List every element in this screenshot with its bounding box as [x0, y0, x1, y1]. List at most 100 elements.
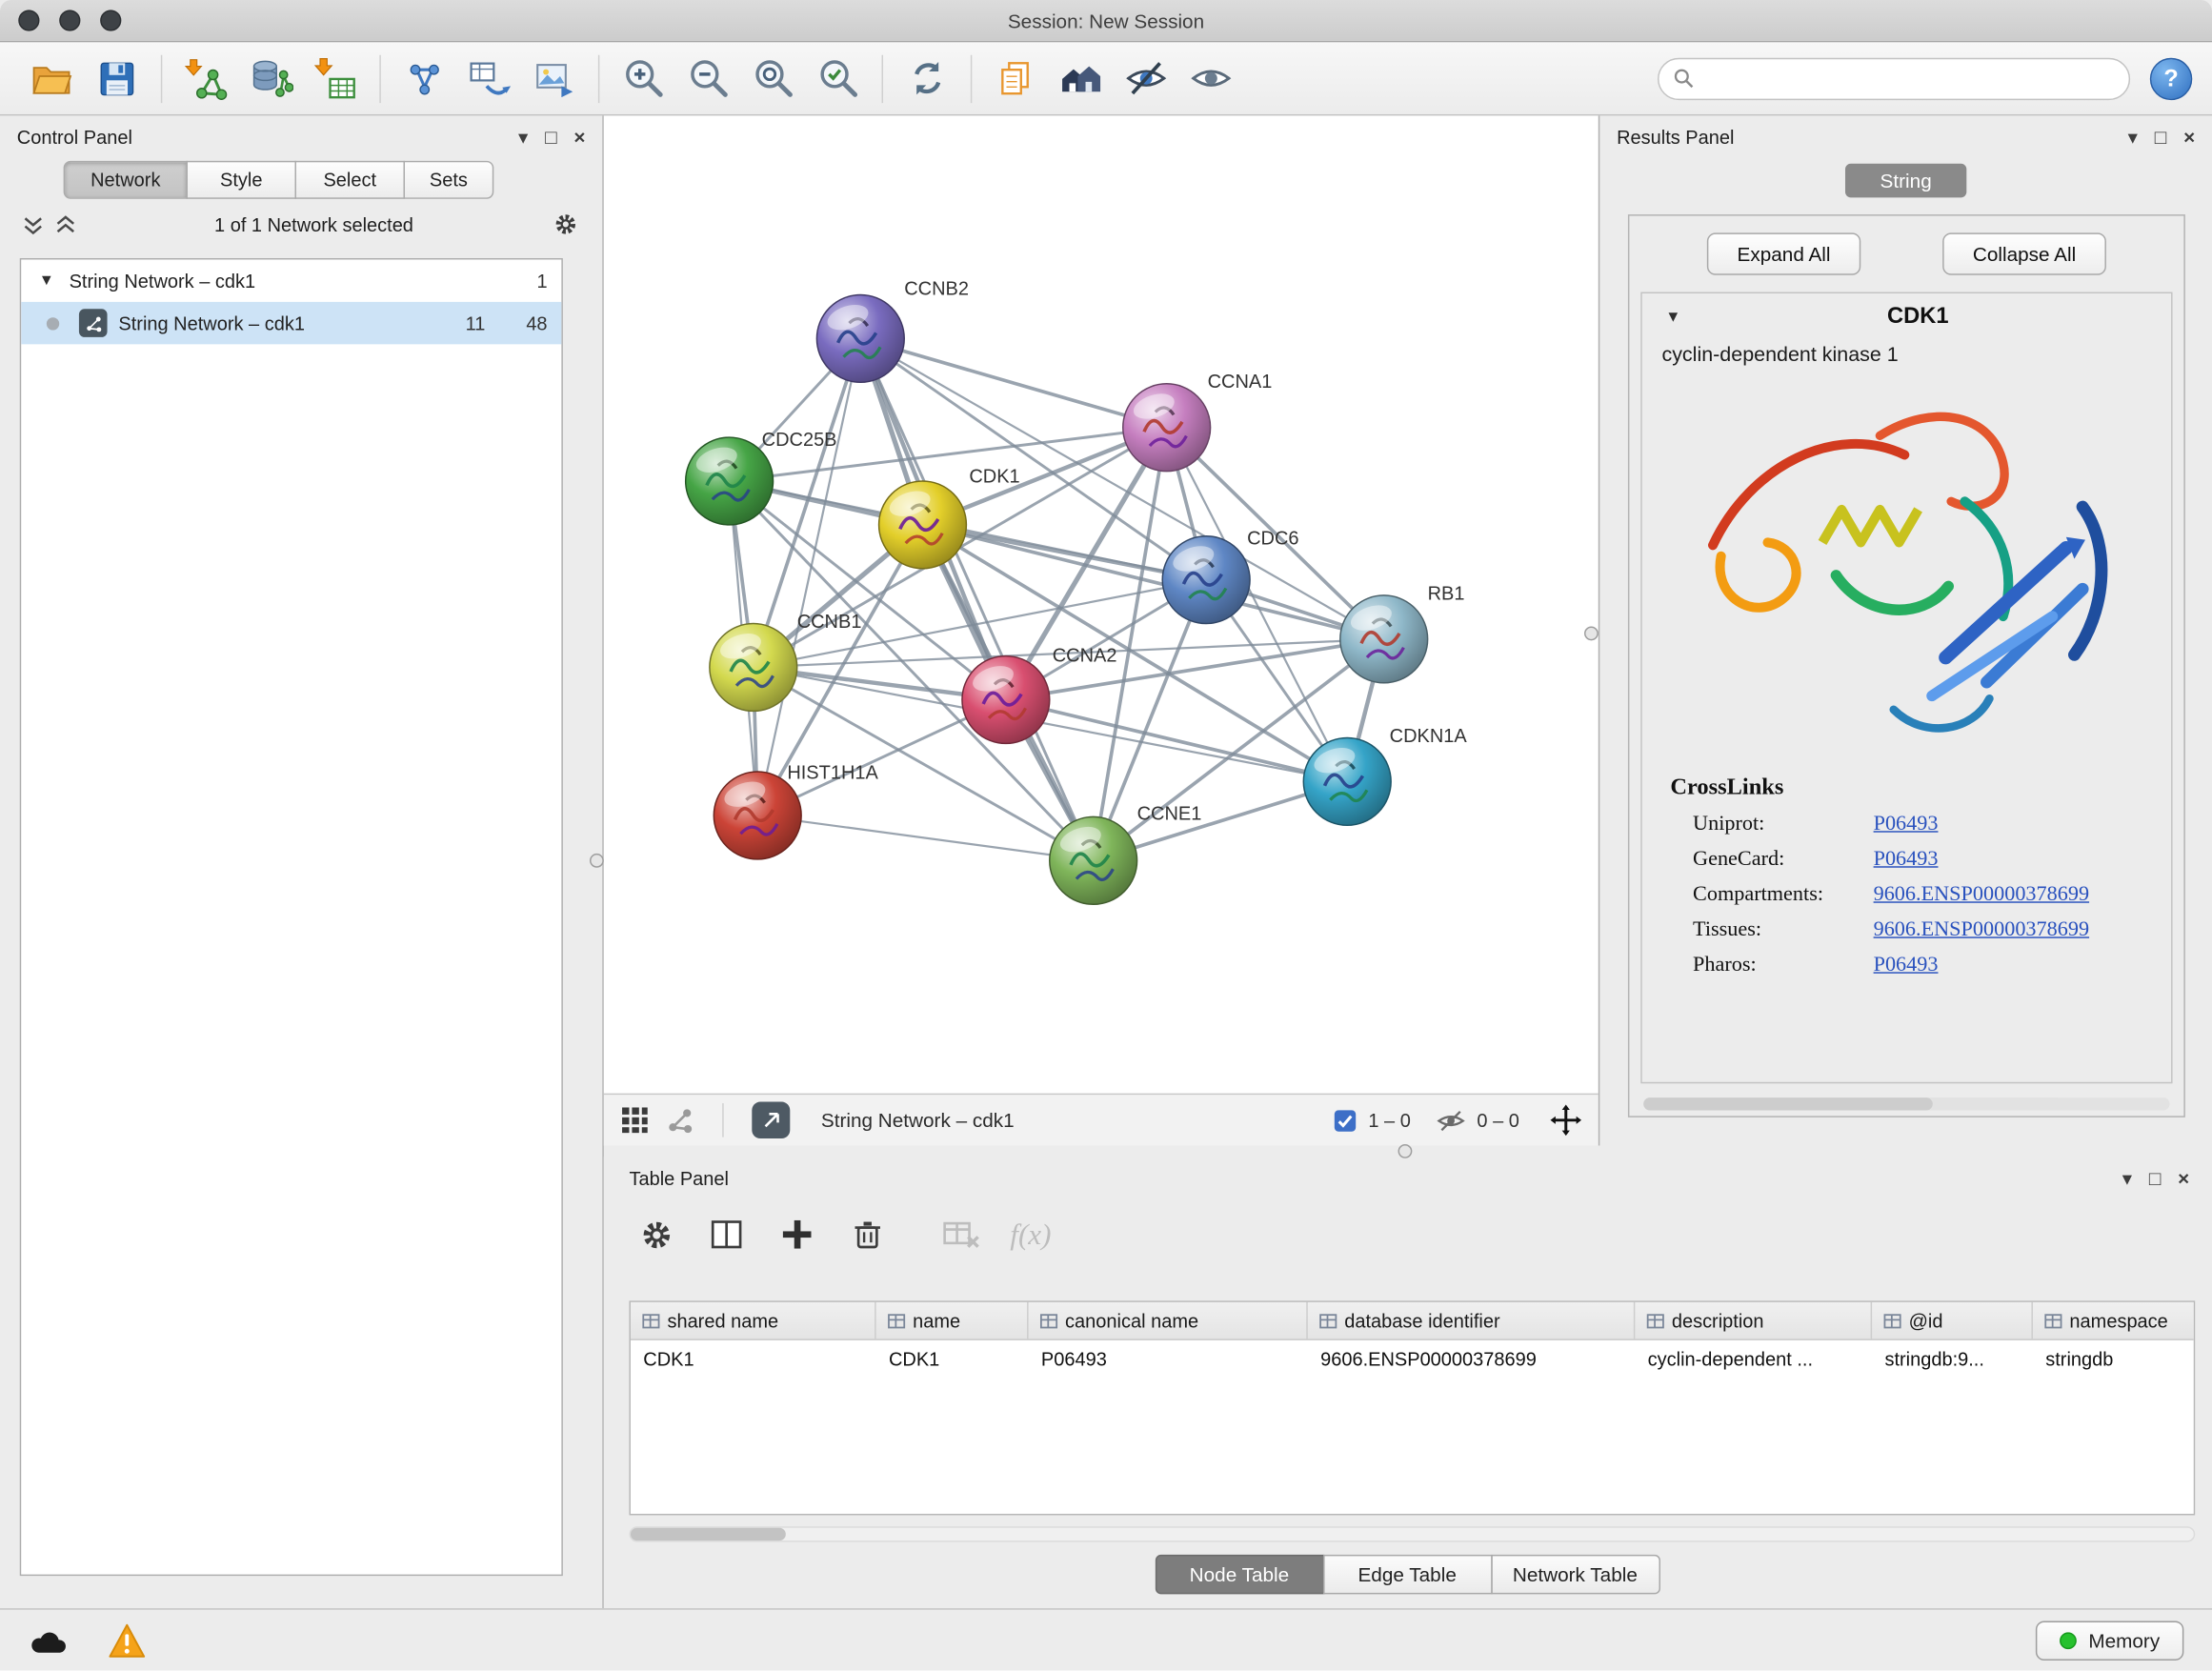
column-header-shared-name[interactable]: shared name [631, 1302, 876, 1339]
search-input[interactable] [1702, 68, 2114, 89]
network-node-HIST1H1A[interactable] [714, 772, 801, 859]
birdseye-view-button[interactable] [752, 1102, 790, 1139]
collection-row[interactable]: ▼ String Network – cdk1 1 [21, 259, 561, 301]
memory-button[interactable]: Memory [2037, 1621, 2184, 1660]
table-cell[interactable]: CDK1 [876, 1348, 1029, 1369]
gear-icon[interactable] [552, 211, 580, 239]
network-node-CCNA2[interactable] [962, 656, 1050, 744]
network-edge[interactable] [757, 338, 860, 815]
crosslink-link-tissues[interactable]: 9606.ENSP00000378699 [1874, 918, 2089, 942]
splitter-handle[interactable] [1584, 627, 1599, 641]
column-header-canonical-name[interactable]: canonical name [1029, 1302, 1308, 1339]
crosslink-link-uniprot[interactable]: P06493 [1874, 813, 1939, 836]
panel-close-icon[interactable]: × [573, 127, 585, 147]
panel-float-icon[interactable]: □ [2155, 127, 2167, 147]
selected-checkbox-icon[interactable] [1333, 1108, 1357, 1132]
panel-collapse-icon[interactable]: ▾ [2122, 1168, 2132, 1188]
table-cell[interactable]: P06493 [1029, 1348, 1308, 1369]
expand-all-icon[interactable] [55, 213, 76, 234]
panel-collapse-icon[interactable]: ▾ [2128, 127, 2138, 147]
tab-network[interactable]: Network [64, 161, 188, 199]
network-from-table-button[interactable] [457, 48, 522, 110]
network-node-CDC6[interactable] [1162, 536, 1250, 624]
copy-document-button[interactable] [983, 48, 1048, 110]
crosslink-link-compartments[interactable]: 9606.ENSP00000378699 [1874, 883, 2089, 907]
network-row[interactable]: String Network – cdk1 11 48 [21, 302, 561, 344]
new-network-button[interactable] [392, 48, 457, 110]
tab-sets[interactable]: Sets [404, 161, 494, 199]
function-builder-button[interactable]: f(x) [1010, 1217, 1051, 1252]
tab-select[interactable]: Select [295, 161, 406, 199]
title-bar[interactable]: Session: New Session [0, 0, 2212, 42]
column-header-name[interactable]: name [876, 1302, 1029, 1339]
collapse-all-icon[interactable] [23, 213, 44, 234]
network-node-CCNE1[interactable] [1050, 816, 1137, 904]
network-node-CDC25B[interactable] [686, 437, 774, 525]
crosslink-link-pharos[interactable]: P06493 [1874, 954, 1939, 977]
table-cell[interactable]: 9606.ENSP00000378699 [1308, 1348, 1636, 1369]
delete-column-button[interactable] [847, 1214, 889, 1256]
expand-all-button[interactable]: Expand All [1707, 232, 1860, 274]
panel-close-icon[interactable]: × [2178, 1168, 2189, 1188]
hide-selected-button[interactable] [1113, 48, 1177, 110]
splitter-handle[interactable] [590, 854, 604, 868]
minimize-window-button[interactable] [59, 10, 80, 30]
section-collapse-icon[interactable]: ▼ [1661, 309, 1684, 326]
panel-close-icon[interactable]: × [2183, 127, 2195, 147]
panel-collapse-icon[interactable]: ▾ [518, 127, 528, 147]
table-cell[interactable]: CDK1 [631, 1348, 876, 1369]
homes-button[interactable] [1048, 48, 1113, 110]
table-cell[interactable]: stringdb:9... [1872, 1348, 2033, 1369]
cloud-icon[interactable] [29, 1623, 70, 1658]
import-table-button[interactable] [303, 48, 368, 110]
save-session-button[interactable] [85, 48, 150, 110]
zoom-window-button[interactable] [100, 10, 121, 30]
network-node-RB1[interactable] [1340, 595, 1428, 683]
warning-icon[interactable] [108, 1621, 147, 1659]
open-session-button[interactable] [20, 48, 85, 110]
table-cell[interactable]: stringdb [2033, 1348, 2195, 1369]
pan-crosshair-icon[interactable] [1550, 1105, 1581, 1137]
tab-network-table[interactable]: Network Table [1491, 1555, 1660, 1594]
zoom-out-button[interactable] [675, 48, 740, 110]
network-view-canvas[interactable]: CCNB2CCNA1CDC25BCDK1CDC6RB1CCNB1CCNA2CDK… [604, 115, 1599, 1093]
delete-table-button[interactable] [939, 1214, 981, 1256]
tab-string[interactable]: String [1845, 164, 1966, 198]
tree-expand-icon[interactable]: ▼ [35, 272, 58, 290]
hidden-eye-slash-icon[interactable] [1436, 1105, 1465, 1135]
show-all-button[interactable] [1178, 48, 1243, 110]
table-cell[interactable]: cyclin-dependent ... [1635, 1348, 1872, 1369]
collapse-all-button[interactable]: Collapse All [1943, 232, 2106, 274]
import-network-database-button[interactable] [238, 48, 303, 110]
network-node-CDK1[interactable] [879, 481, 967, 569]
close-window-button[interactable] [18, 10, 39, 30]
network-edge[interactable] [860, 338, 1166, 427]
refresh-button[interactable] [895, 48, 959, 110]
export-image-button[interactable] [522, 48, 587, 110]
network-node-CDKN1A[interactable] [1303, 737, 1391, 825]
zoom-selected-button[interactable] [806, 48, 871, 110]
splitter-handle[interactable] [1398, 1144, 1413, 1158]
network-node-CCNB1[interactable] [710, 624, 797, 712]
panel-float-icon[interactable]: □ [2149, 1168, 2162, 1188]
crosslink-link-genecard[interactable]: P06493 [1874, 848, 1939, 872]
tab-node-table[interactable]: Node Table [1155, 1555, 1324, 1594]
show-columns-button[interactable] [705, 1214, 747, 1256]
add-column-button[interactable] [775, 1214, 817, 1256]
tab-style[interactable]: Style [186, 161, 296, 199]
grid-icon[interactable] [621, 1106, 650, 1135]
network-edge[interactable] [1006, 700, 1347, 782]
tab-edge-table[interactable]: Edge Table [1322, 1555, 1492, 1594]
network-edge[interactable] [860, 338, 1093, 860]
column-header-id[interactable]: @id [1872, 1302, 2033, 1339]
table-settings-button[interactable] [634, 1214, 676, 1256]
zoom-fit-button[interactable] [740, 48, 805, 110]
column-header-database-identifier[interactable]: database identifier [1308, 1302, 1636, 1339]
table-row[interactable]: CDK1CDK1P064939606.ENSP00000378699cyclin… [631, 1340, 2194, 1378]
search-box[interactable] [1658, 57, 2130, 99]
share-network-icon[interactable] [666, 1106, 694, 1135]
network-node-CCNA1[interactable] [1123, 384, 1211, 472]
panel-float-icon[interactable]: □ [545, 127, 557, 147]
network-node-CCNB2[interactable] [816, 295, 904, 383]
help-button[interactable]: ? [2150, 57, 2192, 99]
